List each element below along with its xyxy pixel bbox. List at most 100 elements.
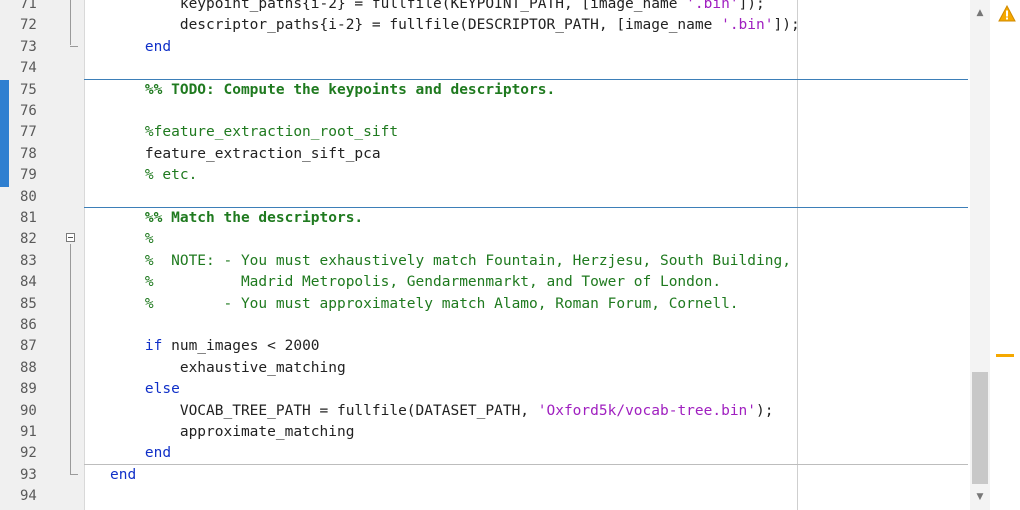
code-line[interactable]: 81 %% Match the descriptors. xyxy=(0,208,966,229)
code-text: % - You must approximately match Alamo, … xyxy=(110,294,739,315)
code-text: end xyxy=(110,37,171,58)
line-number: 94 xyxy=(20,488,37,505)
code-line[interactable]: 91 approximate_matching xyxy=(0,422,966,443)
code-text: %% TODO: Compute the keypoints and descr… xyxy=(110,80,555,101)
code-token: %feature_extraction_root_sift xyxy=(110,124,399,141)
code-text: % etc. xyxy=(110,165,197,186)
code-line[interactable]: 89 else xyxy=(0,379,966,400)
code-line[interactable]: 75 %% TODO: Compute the keypoints and de… xyxy=(0,79,966,101)
change-marker xyxy=(0,101,9,123)
code-token: keypoint_paths{i-2} = fullfile(KEYPOINT_… xyxy=(110,0,687,12)
line-number: 84 xyxy=(20,274,37,291)
code-token: end xyxy=(110,38,172,55)
code-line[interactable]: 80 xyxy=(0,187,966,208)
change-marker xyxy=(0,143,9,166)
line-number: 80 xyxy=(20,188,37,205)
code-editor[interactable]: 71 keypoint_paths{i-2} = fullfile(KEYPOI… xyxy=(0,0,968,510)
line-number: 75 xyxy=(20,81,37,98)
code-token: VOCAB_TREE_PATH = fullfile(DATASET_PATH, xyxy=(110,402,538,419)
code-text: end xyxy=(110,465,136,486)
line-number: 92 xyxy=(20,445,37,462)
code-text: VOCAB_TREE_PATH = fullfile(DATASET_PATH,… xyxy=(110,401,774,422)
line-number: 71 xyxy=(20,0,37,12)
line-number: 77 xyxy=(20,124,37,141)
code-token: feature_extraction_sift_pca xyxy=(110,145,381,162)
line-number: 85 xyxy=(20,295,37,312)
code-line[interactable]: 94 xyxy=(0,486,966,507)
fold-toggle-icon[interactable] xyxy=(66,233,75,243)
code-token: %% Match the descriptors. xyxy=(110,210,364,226)
fold-guide-end xyxy=(70,45,78,47)
scroll-down-icon[interactable]: ▼ xyxy=(970,490,990,504)
warning-icon[interactable] xyxy=(998,5,1016,22)
code-line[interactable]: 88 exhaustive_matching xyxy=(0,358,966,379)
code-text: % Madrid Metropolis, Gendarmenmarkt, and… xyxy=(110,272,721,293)
code-token: end xyxy=(110,445,172,462)
line-number: 78 xyxy=(20,145,37,162)
line-number: 86 xyxy=(20,317,37,333)
change-marker xyxy=(0,79,9,101)
code-line[interactable]: 85 % - You must approximately match Alam… xyxy=(0,294,966,315)
fold-guide-end xyxy=(70,473,78,475)
vertical-scrollbar[interactable]: ▲ ▼ xyxy=(970,0,990,510)
code-line[interactable]: 87 if num_images < 2000 xyxy=(0,336,966,357)
code-text: %% Match the descriptors. xyxy=(110,208,363,229)
block-divider xyxy=(84,463,968,465)
code-token: end xyxy=(110,466,137,483)
code-line[interactable]: 79 % etc. xyxy=(0,165,966,187)
code-text: % NOTE: - You must exhaustively match Fo… xyxy=(110,251,791,272)
code-line[interactable]: 78 feature_extraction_sift_pca xyxy=(0,143,966,166)
code-text: descriptor_paths{i-2} = fullfile(DESCRIP… xyxy=(110,15,800,36)
fold-guide xyxy=(70,244,71,474)
code-token: % NOTE: - You must exhaustively match Fo… xyxy=(110,252,791,269)
code-token: ]); xyxy=(738,0,765,12)
scrollbar-thumb[interactable] xyxy=(972,372,988,484)
change-marker xyxy=(0,165,9,187)
code-token: num_images < 2000 xyxy=(162,338,320,355)
code-token: exhaustive_matching xyxy=(110,359,346,376)
code-line[interactable]: 86 xyxy=(0,315,966,336)
line-number: 82 xyxy=(20,231,37,248)
code-line[interactable]: 73 end xyxy=(0,37,966,58)
code-text: if num_images < 2000 xyxy=(110,336,320,357)
line-number: 81 xyxy=(20,210,37,226)
code-text: keypoint_paths{i-2} = fullfile(KEYPOINT_… xyxy=(110,0,765,15)
line-number: 90 xyxy=(20,402,37,419)
code-text: end xyxy=(110,443,171,464)
code-text: else xyxy=(110,379,180,400)
code-line[interactable]: 90 VOCAB_TREE_PATH = fullfile(DATASET_PA… xyxy=(0,401,966,422)
line-number: 83 xyxy=(20,252,37,269)
code-line[interactable]: 71 keypoint_paths{i-2} = fullfile(KEYPOI… xyxy=(0,0,966,15)
code-line[interactable]: 92 end xyxy=(0,443,966,464)
code-token: ]); xyxy=(773,17,800,34)
scroll-up-icon[interactable]: ▲ xyxy=(970,6,990,20)
code-token: 'Oxford5k/vocab-tree.bin' xyxy=(537,402,757,419)
code-token: % xyxy=(110,231,154,248)
line-number: 93 xyxy=(20,466,37,483)
code-token: '.bin' xyxy=(686,0,739,12)
code-token: else xyxy=(110,381,180,398)
code-line[interactable]: 76 xyxy=(0,101,966,123)
code-text: % xyxy=(110,229,154,250)
code-line[interactable]: 84 % Madrid Metropolis, Gendarmenmarkt, … xyxy=(0,272,966,293)
code-line[interactable]: 72 descriptor_paths{i-2} = fullfile(DESC… xyxy=(0,15,966,36)
code-line[interactable]: 77 %feature_extraction_root_sift xyxy=(0,122,966,144)
line-number: 72 xyxy=(20,17,37,34)
line-number: 73 xyxy=(20,38,37,55)
code-token: ); xyxy=(756,402,774,419)
warning-marker[interactable] xyxy=(996,354,1014,357)
code-token: % etc. xyxy=(110,167,198,184)
code-token: %% TODO: Compute the keypoints and descr… xyxy=(110,81,556,98)
cell-divider xyxy=(84,78,968,80)
code-text: exhaustive_matching xyxy=(110,358,346,379)
code-token: % - You must approximately match Alamo, … xyxy=(110,295,739,312)
code-line[interactable]: 83 % NOTE: - You must exhaustively match… xyxy=(0,251,966,272)
code-token: '.bin' xyxy=(721,17,774,34)
code-line[interactable]: 74 xyxy=(0,58,966,79)
code-token: approximate_matching xyxy=(110,424,355,440)
code-line[interactable]: 93 end xyxy=(0,465,966,486)
code-text: feature_extraction_sift_pca xyxy=(110,144,381,165)
code-line[interactable]: 82 % xyxy=(0,229,966,250)
code-text: approximate_matching xyxy=(110,422,355,443)
line-number: 91 xyxy=(20,424,37,440)
